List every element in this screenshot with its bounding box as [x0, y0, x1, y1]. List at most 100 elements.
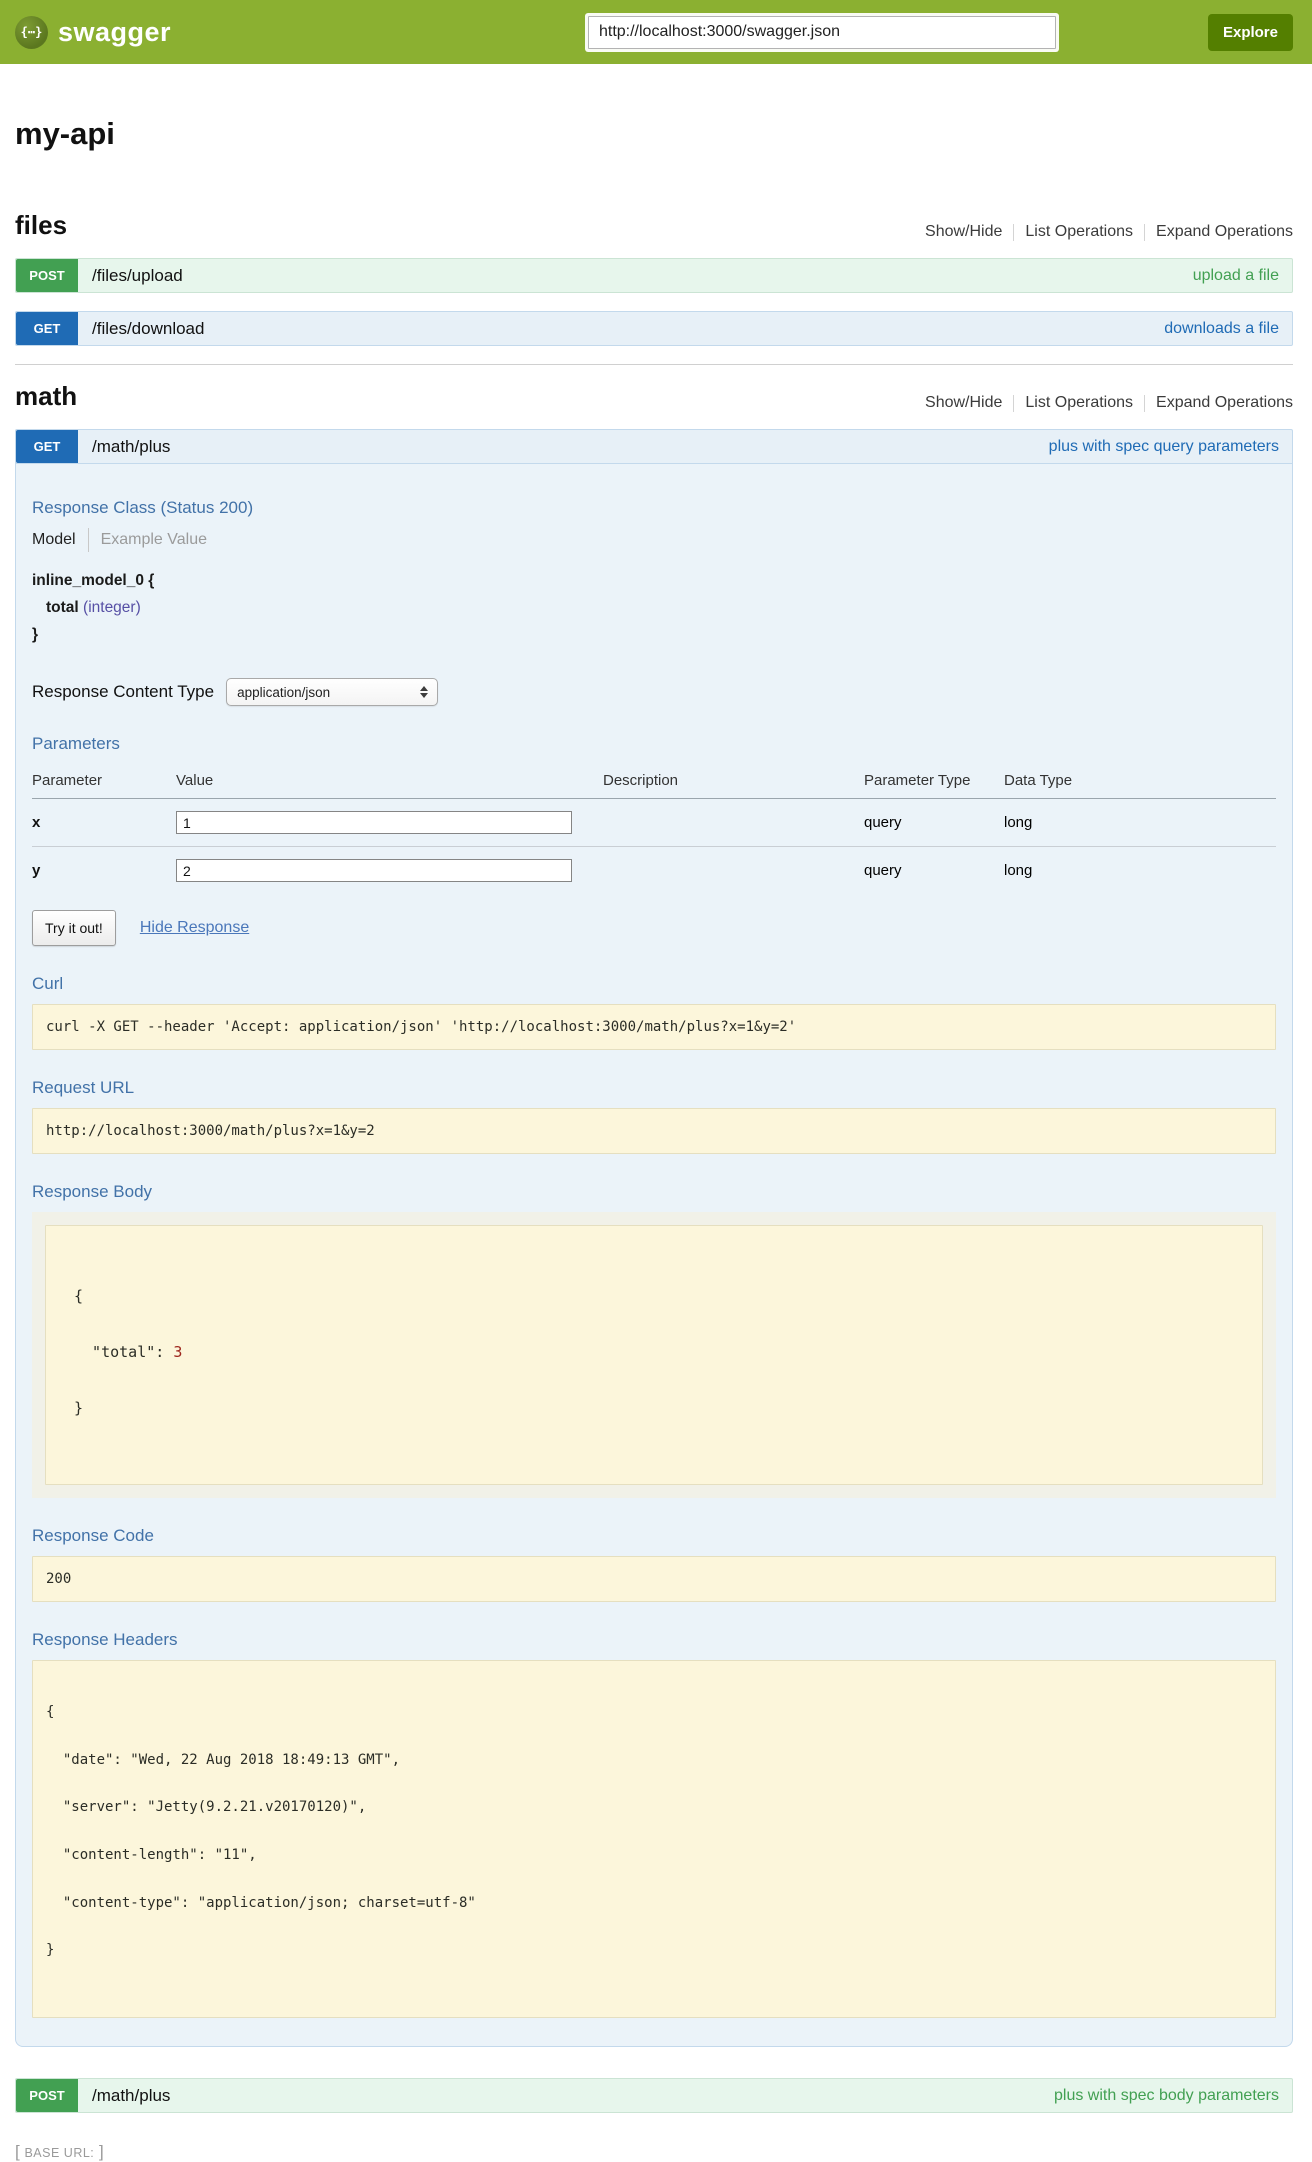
- column-header-description: Description: [603, 764, 864, 799]
- response-body-json: { "total": 3 }: [45, 1225, 1263, 1485]
- bracket-close: ]: [99, 2142, 104, 2161]
- model-open-line: inline_model_0 {: [32, 572, 1276, 590]
- explore-button[interactable]: Explore: [1208, 14, 1293, 51]
- parameter-type: query: [864, 847, 1004, 895]
- files-show-hide-link[interactable]: Show/Hide: [925, 223, 1002, 241]
- parameters-table: Parameter Value Description Parameter Ty…: [32, 764, 1276, 894]
- operation-path-link[interactable]: /files/upload: [92, 266, 183, 286]
- swagger-brand-text: swagger: [58, 17, 171, 48]
- parameters-header-row: Parameter Value Description Parameter Ty…: [32, 764, 1276, 799]
- parameter-description: [603, 799, 864, 847]
- response-class-heading: Response Class (Status 200): [32, 498, 1276, 518]
- page-title: my-api: [15, 116, 1293, 152]
- math-list-operations-link[interactable]: List Operations: [1025, 394, 1133, 412]
- response-headers-heading: Response Headers: [32, 1630, 1276, 1650]
- files-section-header: files Show/Hide List Operations Expand O…: [15, 210, 1293, 241]
- main-content: my-api files Show/Hide List Operations E…: [15, 116, 1293, 2162]
- column-header-data-type: Data Type: [1004, 764, 1276, 799]
- request-url-heading: Request URL: [32, 1078, 1276, 1098]
- operation-summary-link[interactable]: downloads a file: [1164, 320, 1279, 338]
- spec-url-input[interactable]: [588, 16, 1056, 49]
- tab-separator: [88, 528, 89, 552]
- parameter-description: [603, 847, 864, 895]
- operation-row-get-math-plus[interactable]: GET /math/plus plus with spec query para…: [15, 429, 1293, 464]
- math-expand-operations-link[interactable]: Expand Operations: [1156, 394, 1293, 412]
- section-divider: [15, 364, 1293, 365]
- select-arrows-icon: [420, 686, 428, 698]
- response-header-line: "server": "Jetty(9.2.21.v20170120)",: [46, 1800, 1262, 1816]
- operation-content-panel: Response Class (Status 200) Model Exampl…: [15, 464, 1293, 2047]
- response-header-line: "date": "Wed, 22 Aug 2018 18:49:13 GMT",: [46, 1753, 1262, 1769]
- post-method-badge: POST: [16, 2079, 78, 2112]
- model-signature: inline_model_0 { total (integer) }: [32, 572, 1276, 644]
- operation-row-post-math-plus[interactable]: POST /math/plus plus with spec body para…: [15, 2078, 1293, 2113]
- column-header-parameter: Parameter: [32, 764, 176, 799]
- response-header-line: "content-type": "application/json; chars…: [46, 1896, 1262, 1912]
- response-header-line: }: [46, 1943, 1262, 1959]
- response-content-type-label: Response Content Type: [32, 682, 214, 702]
- files-section-links: Show/Hide List Operations Expand Operati…: [925, 223, 1293, 241]
- response-header-line: {: [46, 1705, 1262, 1721]
- model-close-line: }: [32, 626, 1276, 644]
- json-value: 3: [173, 1343, 182, 1361]
- base-url-label: BASE URL:: [24, 2146, 94, 2160]
- swagger-logo-glyph: {⋯}: [21, 25, 43, 39]
- tab-example-value[interactable]: Example Value: [101, 531, 207, 549]
- response-code-block: 200: [32, 1556, 1276, 1602]
- param-x-input[interactable]: [176, 811, 572, 834]
- operation-row-post-files-upload[interactable]: POST /files/upload upload a file: [15, 258, 1293, 293]
- response-body-container: { "total": 3 }: [32, 1212, 1276, 1498]
- response-content-type-select[interactable]: application/json: [226, 678, 438, 706]
- get-method-badge: GET: [16, 430, 78, 463]
- operation-row-get-files-download[interactable]: GET /files/download downloads a file: [15, 311, 1293, 346]
- request-url-block: http://localhost:3000/math/plus?x=1&y=2: [32, 1108, 1276, 1154]
- operation-path-link[interactable]: /math/plus: [92, 2086, 170, 2106]
- model-property-name: total: [46, 599, 79, 616]
- bracket-open: [: [15, 2142, 20, 2161]
- curl-command-block: curl -X GET --header 'Accept: applicatio…: [32, 1004, 1276, 1050]
- param-y-input[interactable]: [176, 859, 572, 882]
- files-list-operations-link[interactable]: List Operations: [1025, 223, 1133, 241]
- link-separator: [1144, 395, 1145, 412]
- try-it-out-row: Try it out! Hide Response: [32, 910, 1276, 946]
- hide-response-link[interactable]: Hide Response: [140, 919, 249, 937]
- parameter-name: x: [32, 799, 176, 847]
- base-url-footer: [ BASE URL: ]: [15, 2142, 1293, 2162]
- operation-get-math-plus: GET /math/plus plus with spec query para…: [15, 429, 1293, 2047]
- model-property-line: total (integer): [32, 599, 1276, 617]
- parameters-heading: Parameters: [32, 734, 1276, 754]
- parameter-type: query: [864, 799, 1004, 847]
- math-section-links: Show/Hide List Operations Expand Operati…: [925, 394, 1293, 412]
- parameter-data-type: long: [1004, 799, 1276, 847]
- json-key: "total":: [74, 1343, 173, 1361]
- operation-summary-link[interactable]: plus with spec query parameters: [1049, 438, 1279, 456]
- operation-path-link[interactable]: /math/plus: [92, 437, 170, 457]
- swagger-brand-link[interactable]: {⋯} swagger: [15, 16, 171, 49]
- operation-summary-link[interactable]: plus with spec body parameters: [1054, 2087, 1279, 2105]
- operation-summary-link[interactable]: upload a file: [1193, 267, 1279, 285]
- swagger-logo-icon: {⋯}: [15, 16, 48, 49]
- link-separator: [1013, 224, 1014, 241]
- response-header-line: "content-length": "11",: [46, 1848, 1262, 1864]
- curl-heading: Curl: [32, 974, 1276, 994]
- math-section-title: math: [15, 381, 77, 412]
- get-method-badge: GET: [16, 312, 78, 345]
- top-bar: {⋯} swagger Explore: [0, 0, 1312, 64]
- files-expand-operations-link[interactable]: Expand Operations: [1156, 223, 1293, 241]
- math-show-hide-link[interactable]: Show/Hide: [925, 394, 1002, 412]
- response-headers-block: { "date": "Wed, 22 Aug 2018 18:49:13 GMT…: [32, 1660, 1276, 2018]
- model-property-type: (integer): [83, 599, 141, 616]
- math-section-header: math Show/Hide List Operations Expand Op…: [15, 381, 1293, 412]
- response-content-type-row: Response Content Type application/json: [32, 678, 1276, 706]
- tab-model[interactable]: Model: [32, 531, 76, 549]
- column-header-parameter-type: Parameter Type: [864, 764, 1004, 799]
- json-open-brace: {: [74, 1284, 1234, 1308]
- operation-path-link[interactable]: /files/download: [92, 319, 204, 339]
- json-total-line: "total": 3: [74, 1340, 1234, 1364]
- files-section-title: files: [15, 210, 67, 241]
- try-it-out-button[interactable]: Try it out!: [32, 910, 116, 946]
- json-close-brace: }: [74, 1396, 1234, 1420]
- response-body-heading: Response Body: [32, 1182, 1276, 1202]
- parameter-row-x: x query long: [32, 799, 1276, 847]
- post-method-badge: POST: [16, 259, 78, 292]
